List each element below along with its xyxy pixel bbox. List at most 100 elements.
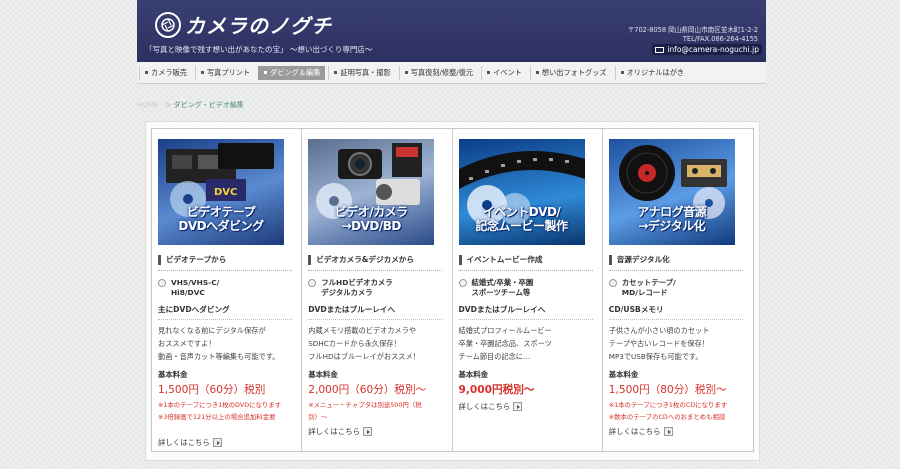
card-subtitle: 主にDVDへダビング xyxy=(158,305,230,314)
nav-bullet-icon xyxy=(487,71,491,74)
arrow-right-icon xyxy=(663,427,673,436)
divider xyxy=(608,270,743,271)
service-card-event-movie: イベントDVD/ 記念ムービー製作 イベントムービー作成 結婚式/卒業・卒園 ス… xyxy=(453,129,603,451)
media-option[interactable]: 結婚式/卒業・卒園 スポーツチーム等 xyxy=(458,278,534,298)
price: 2,000円（60分）税別～ xyxy=(308,384,427,396)
nav-item-id-photo[interactable]: 証明写真・撮影 xyxy=(328,65,395,80)
media-types: カセットテープ/ MD/レコード xyxy=(621,278,676,297)
radio-button[interactable] xyxy=(158,279,166,287)
media-option[interactable]: カセットテープ/ MD/レコード xyxy=(608,278,676,298)
divider xyxy=(308,270,443,271)
videotape-banner-image[interactable]: DVC ビデオテープ DVDへダビング xyxy=(158,139,284,245)
media-option[interactable]: VHS/VHS-C/ Hi8/DVC xyxy=(158,278,219,298)
svg-text:DVC: DVC xyxy=(214,187,237,198)
card-title: イベントムービー作成 xyxy=(458,255,542,265)
card-description: 結婚式プロフィールムービー 卒業・卒園記念品、スポーツ チーム節目の記念に… xyxy=(458,326,552,361)
nav-label: オリジナルはがき xyxy=(626,67,685,77)
camera-shutter-icon xyxy=(155,11,181,38)
arrow-right-icon xyxy=(513,402,523,411)
divider xyxy=(458,270,593,271)
nav-bullet-icon xyxy=(535,71,539,74)
price-label: 基本料金 xyxy=(608,370,639,379)
email-text: info@camera-noguchi.jp xyxy=(667,45,759,54)
nav-item-photo-print[interactable]: 写真プリント xyxy=(194,65,255,80)
card-description: 見れなくなる前にデジタル保存が おススメですよ！ 動画・音声カット等編集も可能で… xyxy=(158,326,280,361)
site-logo[interactable]: カメラのノグチ xyxy=(155,10,332,39)
nav-item-photo-restore[interactable]: 写真復刻/修整/復元 xyxy=(398,65,478,80)
nav-item-photo-goods[interactable]: 想い出フォトグッズ xyxy=(529,65,612,80)
more-details-link[interactable]: 詳しくはこちら xyxy=(609,426,673,437)
media-types: VHS/VHS-C/ Hi8/DVC xyxy=(171,278,220,297)
price-notes: ※メニュー・チャプタは別途500円（税 別）～ xyxy=(308,401,422,421)
card-description: 内蔵メモリ搭載のビデオカメラや SDHCカードから永久保存！ フルHDはブルーレ… xyxy=(308,326,420,361)
service-card-video-camera: ビデオ/カメラ →DVD/BD ビデオカメラ&デジカメから フルHDビデオカメラ… xyxy=(302,129,453,451)
nav-bullet-icon xyxy=(145,71,148,74)
more-link-label: 詳しくはこちら xyxy=(308,427,360,436)
card-subtitle: CD/USBメモリ xyxy=(608,305,664,314)
service-card-audio: アナログ音源 →デジタル化 音源デジタル化 カセットテープ/ MD/レコード C… xyxy=(603,129,753,451)
breadcrumb: HOME ＞ ダビング・ビデオ編集 xyxy=(137,100,244,110)
price-label: 基本料金 xyxy=(458,370,489,379)
nav-label: 写真復刻/修整/復元 xyxy=(410,67,474,77)
nav-item-camera-sales[interactable]: カメラ販売 xyxy=(139,65,192,80)
price-notes: ※1本のテープにつき1枚のDVDになります ※3倍録画で121分以上の場合追加料… xyxy=(158,401,282,421)
price-label: 基本料金 xyxy=(308,370,338,379)
nav-label: カメラ販売 xyxy=(151,67,187,77)
more-details-link[interactable]: 詳しくはこちら xyxy=(158,437,222,448)
analog-audio-banner-image[interactable]: アナログ音源 →デジタル化 xyxy=(608,139,735,245)
event-banner-image[interactable]: イベントDVD/ 記念ムービー製作 xyxy=(458,139,585,245)
divider xyxy=(158,270,292,271)
divider xyxy=(308,319,443,320)
email-link[interactable]: info@camera-noguchi.jp xyxy=(652,44,762,55)
more-details-link[interactable]: 詳しくはこちら xyxy=(308,426,372,437)
camera-banner-image[interactable]: ビデオ/カメラ →DVD/BD xyxy=(308,139,435,245)
banner-text: アナログ音源 →デジタル化 xyxy=(637,205,707,233)
more-link-label: 詳しくはこちら xyxy=(608,427,661,436)
service-grid: DVC ビデオテープ DVDへダビング ビデオテープから VHS/VHS-C/ … xyxy=(151,128,754,452)
nav-label: 想い出フォトグッズ xyxy=(541,67,607,77)
price: 9,000円税別～ xyxy=(458,384,535,396)
media-types: 結婚式/卒業・卒園 スポーツチーム等 xyxy=(471,278,534,297)
banner-text: ビデオ/カメラ →DVD/BD xyxy=(334,205,408,233)
nav-item-postcard[interactable]: オリジナルはがき xyxy=(614,65,690,80)
nav-item-dubbing[interactable]: ダビング＆編集 xyxy=(258,65,326,80)
price: 1,500円（60分）税別 xyxy=(158,384,266,396)
card-subtitle: DVDまたはブルーレイへ xyxy=(458,305,546,314)
divider xyxy=(608,319,743,320)
banner-text: ビデオテープ DVDへダビング xyxy=(178,205,264,233)
nav-bullet-icon xyxy=(200,71,204,74)
card-title: ビデオカメラ&デジカメから xyxy=(308,255,414,265)
divider xyxy=(158,319,292,320)
more-link-label: 詳しくはこちら xyxy=(458,402,511,411)
site-wrapper: カメラのノグチ 「写真と映像で残す想い出があなたの宝」 ～想い出づくり専門店～ … xyxy=(137,0,766,469)
more-link-label: 詳しくはこちら xyxy=(158,438,210,447)
logo-text: カメラのノグチ xyxy=(185,14,332,38)
radio-button[interactable] xyxy=(458,279,467,287)
nav-bullet-icon xyxy=(404,71,408,74)
banner-text: イベントDVD/ 記念ムービー製作 xyxy=(475,205,568,233)
price: 1,500円（80分）税別～ xyxy=(608,384,727,396)
card-title: ビデオテープから xyxy=(158,255,226,265)
media-option[interactable]: フルHDビデオカメラ デジタルカメラ xyxy=(308,278,393,298)
mail-icon xyxy=(655,46,665,53)
address-block: 〒702-8058 岡山県岡山市南区並木町1-2-2 TEL/FAX.086-2… xyxy=(628,26,758,44)
global-nav: カメラ販売 写真プリント ダビング＆編集 証明写真・撮影 写真復刻/修整/復元 … xyxy=(137,62,766,84)
nav-item-event[interactable]: イベント xyxy=(481,65,527,80)
nav-bullet-icon xyxy=(334,71,338,74)
breadcrumb-separator: ＞ xyxy=(164,101,172,109)
address-line: 〒702-8058 岡山県岡山市南区並木町1-2-2 xyxy=(627,26,758,34)
breadcrumb-current: ダビング・ビデオ編集 xyxy=(173,101,244,109)
arrow-right-icon xyxy=(363,427,372,436)
site-header: カメラのノグチ 「写真と映像で残す想い出があなたの宝」 ～想い出づくり専門店～ … xyxy=(137,0,766,62)
card-subtitle: DVDまたはブルーレイへ xyxy=(308,305,396,314)
content-frame: DVC ビデオテープ DVDへダビング ビデオテープから VHS/VHS-C/ … xyxy=(145,121,760,461)
radio-button[interactable] xyxy=(308,279,317,287)
nav-label: ダビング＆編集 xyxy=(270,67,321,77)
media-types: フルHDビデオカメラ デジタルカメラ xyxy=(321,278,393,297)
more-details-link[interactable]: 詳しくはこちら xyxy=(459,401,523,412)
nav-bullet-icon xyxy=(620,71,624,74)
breadcrumb-home[interactable]: HOME xyxy=(137,101,158,109)
nav-label: 写真プリント xyxy=(206,67,251,77)
radio-button[interactable] xyxy=(608,279,617,287)
tagline: 「写真と映像で残す想い出があなたの宝」 ～想い出づくり専門店～ xyxy=(145,45,373,54)
